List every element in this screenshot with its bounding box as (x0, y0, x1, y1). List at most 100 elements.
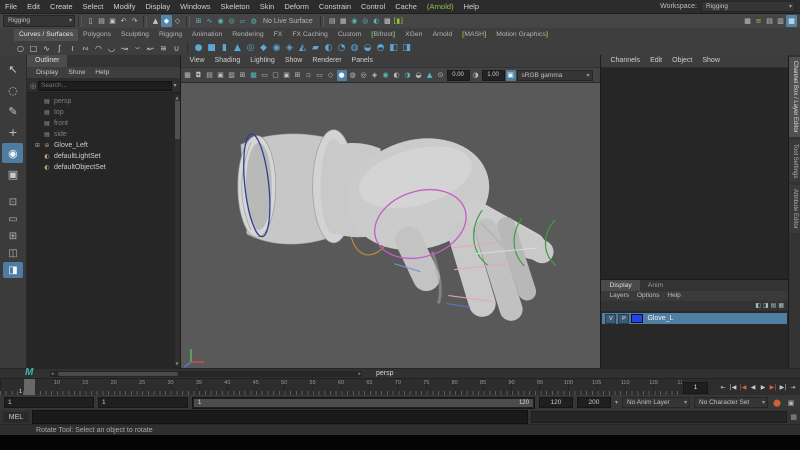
grid-icon[interactable]: ▦ (249, 70, 259, 81)
step-forward-key-button[interactable]: ▶| (768, 381, 778, 393)
viewport-menu-item[interactable]: View (185, 55, 210, 67)
open-scene-icon[interactable]: ▤ (96, 15, 107, 27)
scroll-down-icon[interactable]: ▼ (175, 361, 180, 366)
scroll-up-icon[interactable]: ▲ (175, 95, 180, 100)
glove-model[interactable] (237, 123, 541, 309)
viewport-menu-item[interactable]: Show (280, 55, 308, 67)
playback-start-field[interactable]: 1 (98, 397, 188, 408)
extend-curve-icon[interactable]: ∪ (170, 42, 183, 55)
poly-platonic-icon[interactable]: ◈ (283, 42, 296, 55)
bezier-curve-icon[interactable]: ∾ (79, 42, 92, 55)
sidebar-tab[interactable]: Tool Settings (789, 140, 800, 182)
menu-item[interactable]: Create (45, 0, 78, 13)
render-view-icon[interactable]: ◉ (349, 15, 360, 27)
two-pane-layout-button[interactable]: ◫ (3, 245, 23, 261)
shelf-tab[interactable]: Sculpting (116, 29, 154, 41)
play-forwards-button[interactable]: ▶ (758, 381, 768, 393)
range-preset-dropdown-icon[interactable]: ▾ (615, 399, 618, 406)
layer-editor-tab[interactable]: Anim (640, 280, 672, 291)
nurbs-circle-icon[interactable]: ○ (14, 42, 27, 55)
snap-projected-center-icon[interactable]: ◎ (226, 15, 237, 27)
construction-history-icon[interactable]: ▤ (327, 15, 338, 27)
channel-box-icon[interactable]: ▦ (786, 15, 797, 27)
film-gate-icon[interactable]: ▭ (260, 70, 270, 81)
hypershade-icon[interactable]: ▦ (338, 15, 349, 27)
textured-icon[interactable]: ◍ (348, 70, 358, 81)
scroll-right-icon[interactable]: ▸ (358, 371, 361, 377)
expand-icon[interactable]: ⊞ (33, 142, 42, 149)
four-pane-layout-button[interactable]: ⊞ (3, 228, 23, 244)
step-forward-frame-button[interactable]: ▶| (778, 381, 788, 393)
viewport-menu-item[interactable]: Renderer (307, 55, 346, 67)
poly-plane-icon[interactable]: ◆ (257, 42, 270, 55)
image-plane-icon[interactable]: ▥ (227, 70, 237, 81)
outliner-item[interactable]: ⊞ ⊕ Glove_Left (27, 140, 180, 151)
poly-cylinder-icon[interactable]: ▮ (218, 42, 231, 55)
rotate-tool[interactable]: ◉ (2, 143, 23, 163)
outliner-tab[interactable]: Outliner (27, 55, 68, 67)
status-separator[interactable] (78, 16, 82, 27)
layer-playback-toggle[interactable]: P (618, 314, 629, 324)
curve-edit-icon[interactable]: ↝ (118, 42, 131, 55)
outliner-item[interactable]: ◐ defaultObjectSet (27, 162, 180, 173)
shelf-tab[interactable]: Rigging (154, 29, 187, 41)
outliner-item[interactable]: ▤ top (27, 107, 180, 118)
gamma-field[interactable]: 1.00 (482, 70, 505, 81)
menu-item[interactable]: (Arnold) (422, 0, 459, 13)
gate-mask-icon[interactable]: ▣ (282, 70, 292, 81)
render-setup-icon[interactable]: [▮] (393, 15, 404, 27)
outliner-item[interactable]: ▤ front (27, 118, 180, 129)
outliner-menu-item[interactable]: Display (32, 67, 62, 78)
playback-end-field[interactable]: 120 (539, 397, 573, 408)
attach-curve-icon[interactable]: ⌣ (131, 42, 144, 55)
channel-box-menu-item[interactable]: Object (667, 55, 697, 67)
outliner-menu-item[interactable]: Help (91, 67, 113, 78)
resolution-gate-icon[interactable]: ▢ (271, 70, 281, 81)
menu-item[interactable]: Constrain (314, 0, 356, 13)
viewport-menu-item[interactable]: Lighting (245, 55, 280, 67)
camera-attributes-icon[interactable]: ▤ (205, 70, 215, 81)
snap-point-icon[interactable]: ◉ (215, 15, 226, 27)
shelf-tab[interactable]: [Bifrost] (366, 29, 400, 41)
menu-item[interactable]: Deform (279, 0, 314, 13)
nurbs-square-icon[interactable]: □ (27, 42, 40, 55)
shelf-tab[interactable]: FX (269, 29, 288, 41)
menu-item[interactable]: Help (459, 0, 484, 13)
script-editor-icon[interactable]: ▦ (790, 413, 797, 421)
channel-box-menu-item[interactable]: Edit (645, 55, 667, 67)
viewport-menu-item[interactable]: Panels (347, 55, 378, 67)
layer-move-up-icon[interactable]: ◧ (755, 301, 761, 311)
wireframe-on-shaded-icon[interactable]: ◈ (370, 70, 380, 81)
create-empty-layer-icon[interactable]: ▤ (771, 301, 777, 311)
layer-visibility-toggle[interactable]: V (605, 314, 616, 324)
paint-select-tool[interactable]: ✎ (2, 101, 23, 121)
menu-set-dropdown[interactable]: Rigging (3, 15, 75, 27)
menu-item[interactable]: Select (78, 0, 109, 13)
command-input[interactable] (32, 410, 528, 424)
lock-camera-icon[interactable]: ◘ (194, 70, 204, 81)
arc-two-point-icon[interactable]: ◡ (105, 42, 118, 55)
workspace-dropdown[interactable]: Rigging (701, 1, 795, 12)
sphere-primitive-icon[interactable]: ◧ (387, 42, 400, 55)
range-slider-track[interactable]: 1 120 (192, 397, 535, 409)
animation-start-field[interactable]: 1 (4, 397, 94, 408)
ipr-render-icon[interactable]: ◐ (371, 15, 382, 27)
search-input[interactable] (38, 81, 171, 91)
edit-layouts-button[interactable]: ⊡ (3, 194, 23, 210)
modeling-toolkit-icon[interactable]: ▦ (742, 15, 753, 27)
menu-item[interactable]: Modify (108, 0, 140, 13)
go-to-end-button[interactable]: ⇥ (788, 381, 798, 393)
status-separator[interactable] (143, 16, 147, 27)
shelf-tab[interactable]: Motion Graphics] (491, 29, 553, 41)
colorspace-dropdown[interactable]: sRGB gamma (517, 70, 593, 81)
safe-action-icon[interactable]: ▫ (304, 70, 314, 81)
lasso-tool[interactable]: ◌ (2, 80, 23, 100)
undo-icon[interactable]: ↶ (118, 15, 129, 27)
gamma-icon[interactable]: ◑ (471, 70, 481, 81)
channel-box-menu-item[interactable]: Channels (605, 55, 645, 67)
shelf-tab[interactable]: FX Caching (287, 29, 333, 41)
viewport-canvas[interactable] (181, 83, 601, 368)
layer-move-down-icon[interactable]: ◨ (763, 301, 769, 311)
new-scene-icon[interactable]: ▯ (85, 15, 96, 27)
motion-blur-icon[interactable]: ◒ (414, 70, 424, 81)
